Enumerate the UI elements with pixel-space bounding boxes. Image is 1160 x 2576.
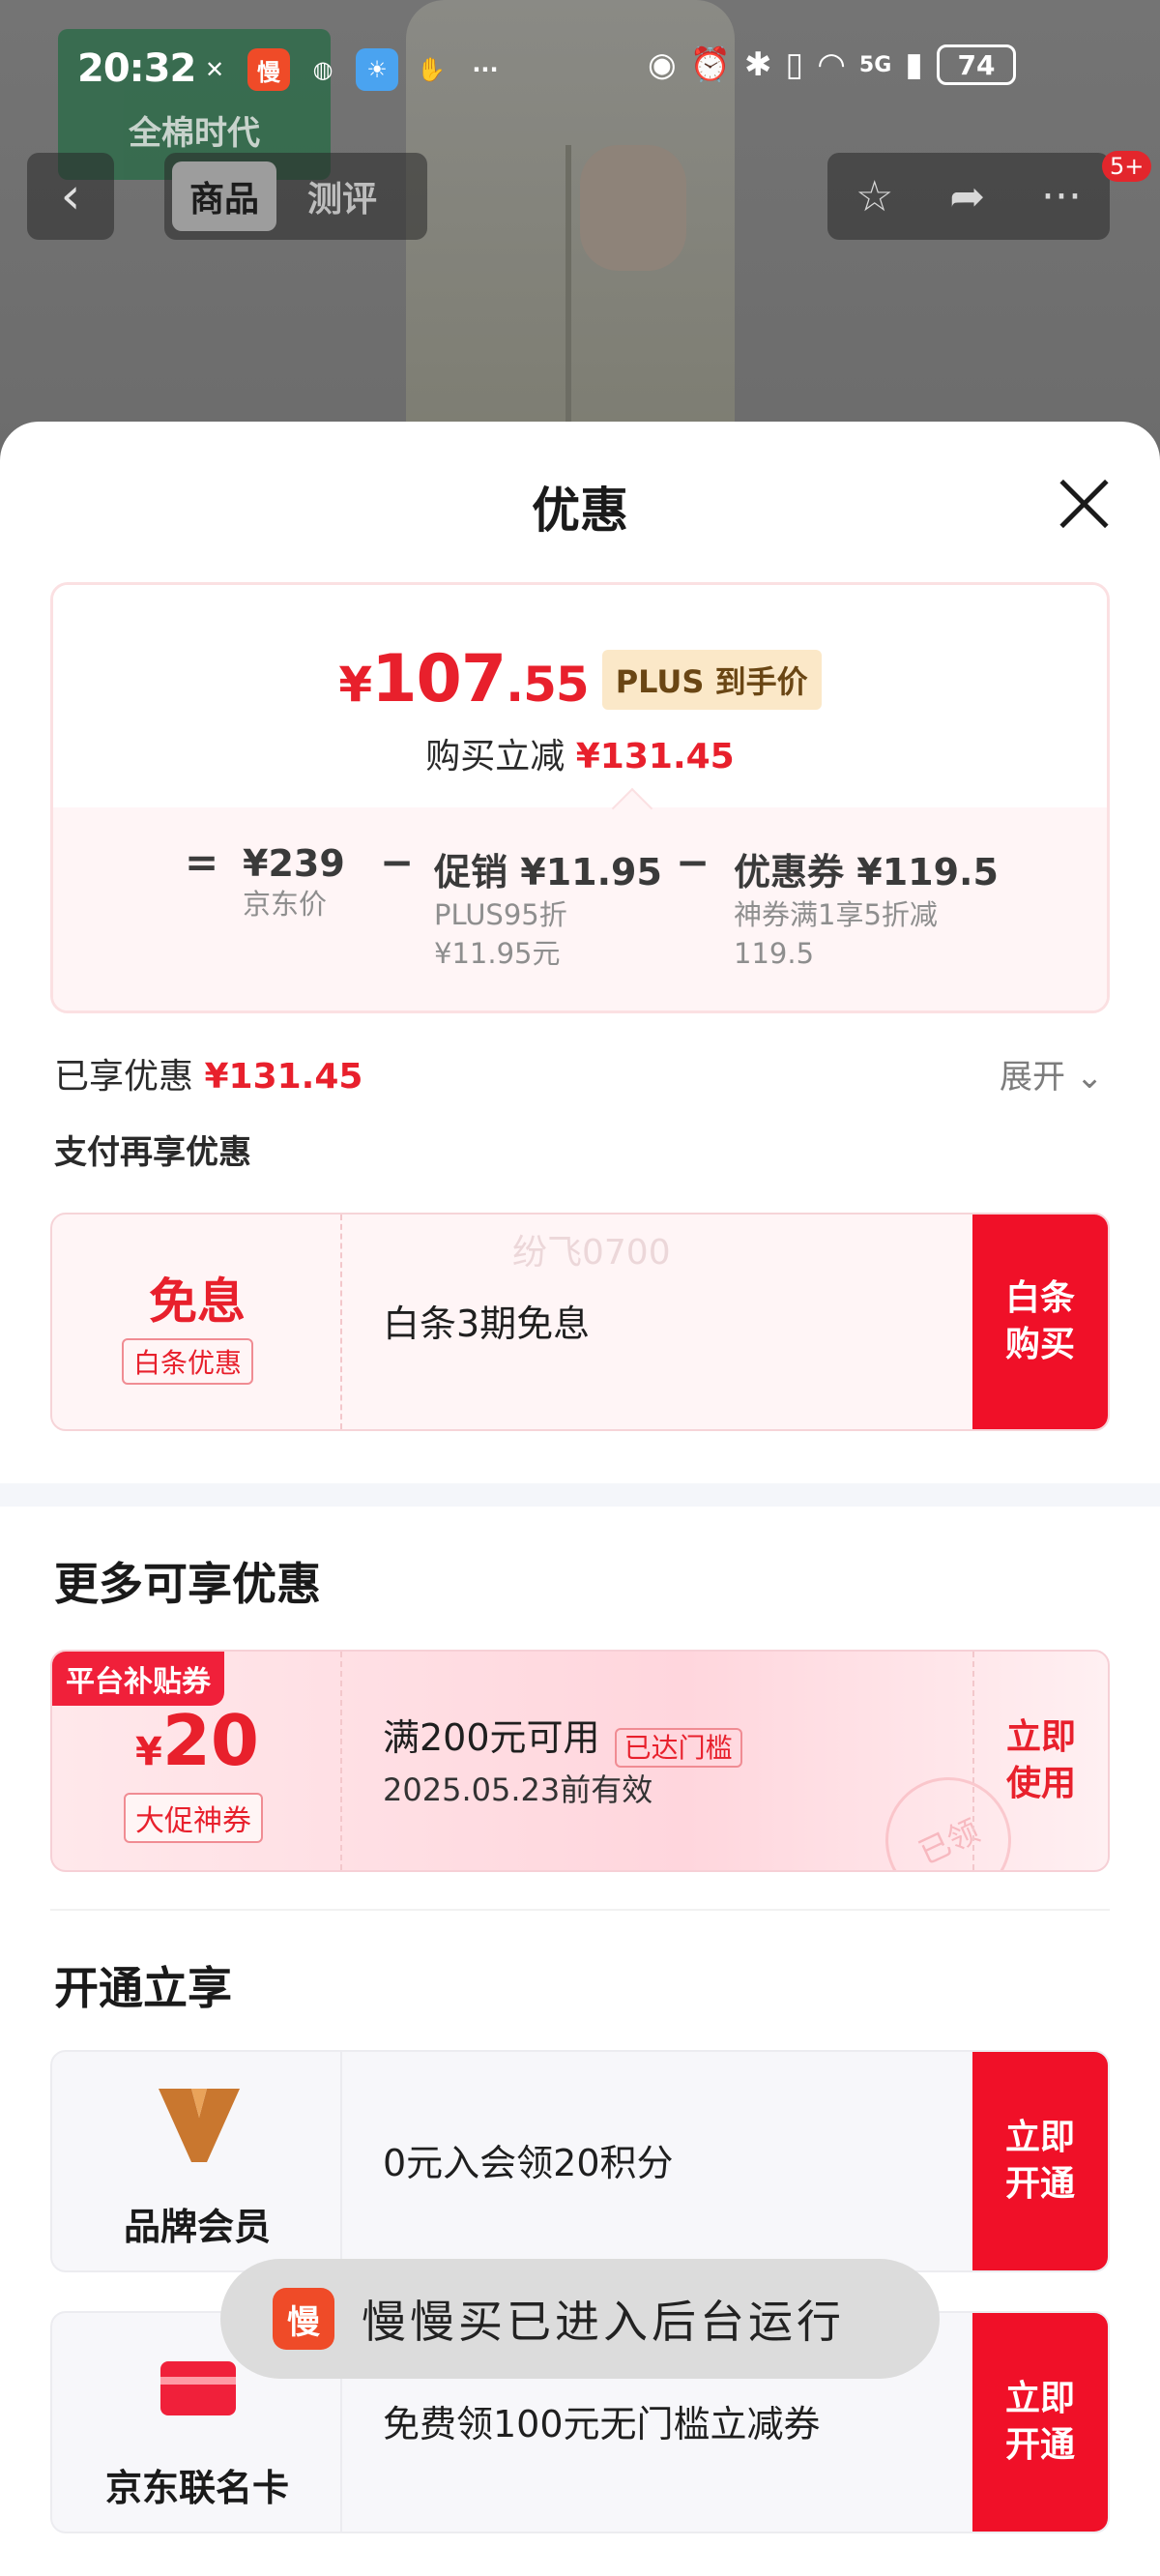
equals-sign: =: [185, 838, 219, 886]
use-now-button[interactable]: 立即 使用: [972, 1652, 1108, 1870]
minus-sign: −: [676, 838, 710, 886]
platform-coupon: ¥20 大促神券 平台补贴券 满200元可用 已达门槛 2025.05.23前有…: [50, 1650, 1110, 1872]
wechat-icon: ◍: [312, 56, 334, 83]
brand-member-label: 品牌会员: [123, 2206, 271, 2248]
coupon-value: ¥20: [134, 1700, 260, 1781]
more-offers-title: 更多可享优惠: [54, 1558, 321, 1610]
close-icon[interactable]: [1050, 470, 1117, 538]
price-card: ¥107.55 PLUS 到手价 购买立减 ¥131.45 = ¥239 京东价…: [50, 582, 1110, 1013]
open-member-button[interactable]: 立即 开通: [972, 2052, 1108, 2270]
platform-subsidy-tag: 平台补贴券: [52, 1652, 224, 1706]
credit-card-icon: [160, 2361, 236, 2415]
background-run-toast: 慢 慢慢买已进入后台运行: [220, 2259, 940, 2379]
app-logo-icon: 慢: [273, 2288, 334, 2350]
missed-call-icon: ✕: [204, 56, 225, 83]
coupon-amount: ¥119.5: [856, 851, 999, 893]
brand-member-left: 品牌会员: [52, 2052, 342, 2270]
hand-icon: ✋: [417, 56, 446, 83]
discount-sheet: 优惠 ¥107.55 PLUS 到手价 购买立减 ¥131.45 = ¥239 …: [0, 422, 1160, 2576]
jd-card-desc: 免费领100元无门槛立减券: [383, 2403, 821, 2445]
message-count-badge: 5+: [1102, 151, 1152, 182]
interest-free-title: 免息: [149, 1273, 246, 1330]
baitiao-tag: 白条优惠: [122, 1338, 254, 1385]
vibrate-icon: ▯: [785, 45, 804, 84]
top-actions: ☆ ➦ ···: [827, 153, 1110, 240]
baitiao-buy-button[interactable]: 白条 购买: [972, 1215, 1108, 1429]
toast-text: 慢慢买已进入后台运行: [362, 2296, 845, 2348]
signal-label: 5G: [858, 52, 892, 77]
watermark-text: 纷飞0700: [512, 1233, 671, 1273]
app-icon: 慢: [247, 48, 290, 91]
promo-sub1: PLUS95折: [434, 898, 567, 931]
jd-price-column: ¥239 京东价: [243, 842, 345, 923]
promo-column: 促销 ¥11.95 PLUS95折 ¥11.95元: [434, 842, 662, 973]
more-notifications-icon: ···: [472, 56, 499, 83]
baitiao-offer: 免息 白条优惠 纷飞0700 白条3期免息 白条 购买: [50, 1213, 1110, 1431]
tab-review[interactable]: 测评: [290, 161, 394, 231]
open-card-button[interactable]: 立即 开通: [972, 2313, 1108, 2532]
eye-icon: ◉: [648, 45, 677, 84]
tab-product[interactable]: 商品: [172, 161, 277, 231]
system-icons: ◉ ⏰ ✱ ▯ ◠ 5G ▮ 74: [648, 44, 1016, 85]
jd-price: ¥239: [243, 842, 345, 885]
enjoyed-discount: 已享优惠 ¥131.45: [54, 1057, 363, 1097]
share-icon[interactable]: ➦: [949, 172, 985, 221]
final-price: ¥107.55: [338, 641, 589, 717]
battery-icon: 74: [937, 44, 1016, 85]
section-divider: [0, 1483, 1160, 1507]
wifi-icon: ◠: [817, 45, 846, 84]
minus-sign: −: [380, 838, 415, 886]
pay-more-title: 支付再享优惠: [54, 1133, 251, 1172]
top-tabs: 商品 测评: [164, 153, 427, 240]
threshold-badge: 已达门槛: [614, 1727, 742, 1768]
price-breakdown: = ¥239 京东价 − 促销 ¥11.95 PLUS95折 ¥11.95元 −…: [53, 807, 1107, 1010]
promo-sub2: ¥11.95元: [434, 937, 561, 970]
sheet-title: 优惠: [532, 483, 628, 539]
jd-price-label: 京东价: [243, 888, 328, 921]
jd-card-label: 京东联名卡: [104, 2467, 289, 2509]
back-button[interactable]: ‹: [27, 153, 114, 240]
coupon-label: 优惠券: [734, 851, 845, 893]
open-enjoy-title: 开通立享: [54, 1962, 232, 2014]
signal-icon: ▮: [905, 45, 923, 84]
coupon-validity: 2025.05.23前有效: [383, 1771, 653, 1808]
product-hand-image: [580, 145, 686, 271]
brand-member-desc: 0元入会领20积分: [383, 2142, 674, 2184]
bluetooth-icon: ✱: [744, 45, 772, 84]
price-summary: ¥107.55 PLUS 到手价 购买立减 ¥131.45: [53, 585, 1107, 807]
promo-label: 促销: [434, 851, 508, 893]
chevron-down-icon: ⌄: [1075, 1058, 1104, 1097]
status-time: 20:32: [77, 46, 196, 91]
weather-icon: ☀: [356, 48, 398, 91]
baitiao-desc: 白条3期免息: [383, 1303, 591, 1345]
coupon-column: 优惠券 ¥119.5 神券满1享5折减 119.5: [734, 842, 999, 973]
brand-v-logo-icon: [159, 2089, 240, 2162]
total-reduce: 购买立减 ¥131.45: [425, 737, 735, 776]
alarm-icon: ⏰: [689, 45, 732, 84]
favorite-icon[interactable]: ☆: [856, 172, 893, 221]
promo-amount: ¥11.95: [520, 851, 662, 893]
coupon-sub2: 119.5: [734, 937, 815, 970]
plus-price-tag: PLUS 到手价: [601, 649, 822, 710]
status-bar: 20:32 ✕ 慢 ◍ ☀ ✋ ··· ◉ ⏰ ✱ ▯ ◠ 5G ▮ 74: [0, 0, 1160, 135]
separator: [50, 1909, 1110, 1911]
baitiao-left: 免息 白条优惠: [52, 1215, 342, 1429]
coupon-condition: 满200元可用: [383, 1716, 600, 1759]
brand-member-offer: 品牌会员 0元入会领20积分 立即 开通: [50, 2050, 1110, 2272]
more-icon[interactable]: ···: [1041, 172, 1082, 221]
notification-icons: ✕ 慢 ◍ ☀ ✋ ···: [193, 48, 507, 91]
expand-button[interactable]: 展开 ⌄: [1000, 1050, 1103, 1098]
coupon-sub1: 神券满1享5折减: [734, 898, 938, 931]
coupon-condition-row: 满200元可用 已达门槛: [383, 1708, 742, 1768]
coupon-type-tag: 大促神券: [124, 1793, 263, 1843]
